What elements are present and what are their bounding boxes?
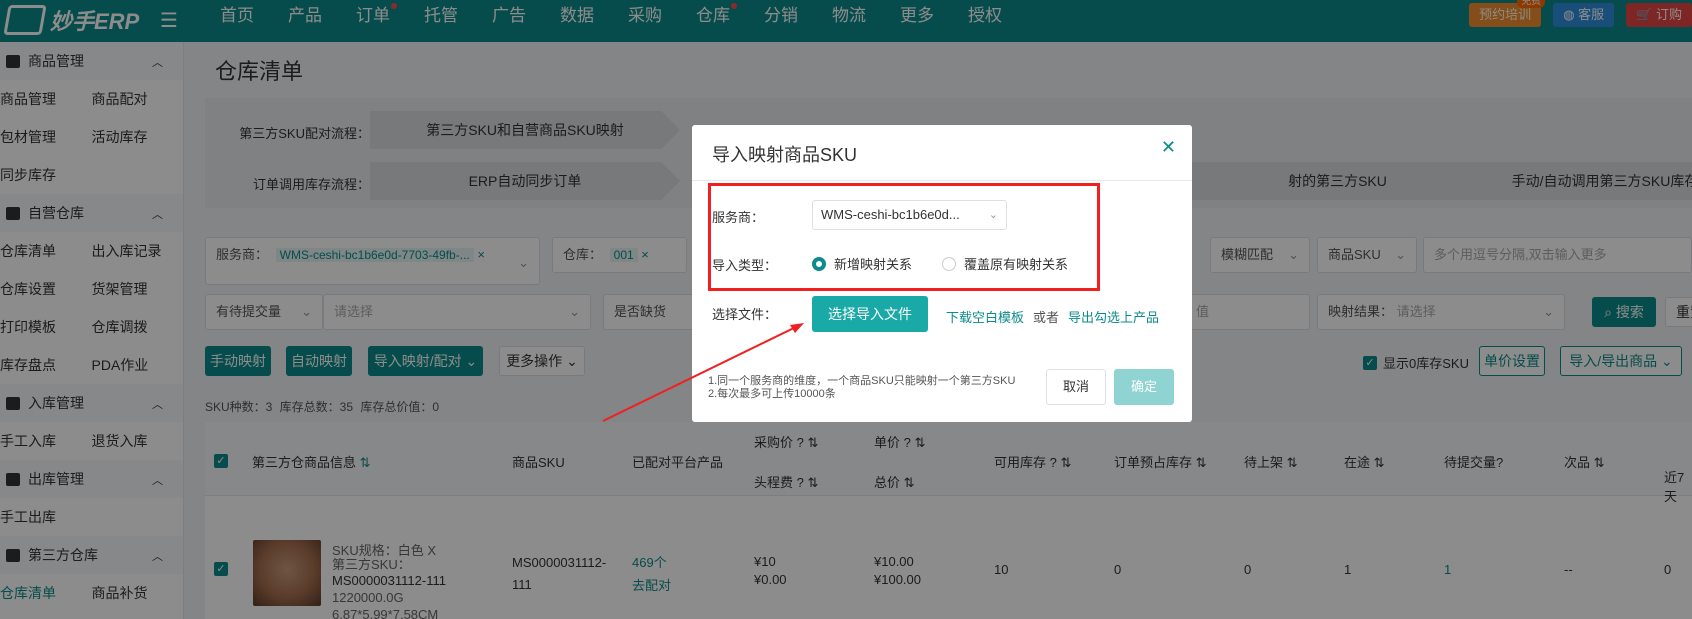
- dialog-provider-value: WMS-ceshi-bc1b6e0d...: [821, 207, 960, 222]
- radio-new-mapping[interactable]: 新增映射关系: [812, 254, 912, 273]
- chevron-down-icon: ⌄: [988, 209, 998, 221]
- dialog-import-type-label: 导入类型：: [712, 258, 778, 273]
- radio-overwrite-mapping-label: 覆盖原有映射关系: [964, 257, 1069, 272]
- radio-selected-icon[interactable]: [812, 256, 826, 271]
- import-mapping-dialog: 导入映射商品SKU ✕ 服务商： WMS-ceshi-bc1b6e0d... ⌄…: [692, 125, 1192, 422]
- dialog-note-1: 1.同一个服务商的维度，一个商品SKU只能映射一个第三方SKU: [708, 375, 1016, 387]
- or-text: 或者: [1033, 310, 1060, 325]
- dialog-divider: [692, 180, 1192, 181]
- dialog-provider-label: 服务商：: [712, 210, 765, 225]
- dialog-file-label: 选择文件：: [712, 307, 778, 322]
- export-selected-link[interactable]: 导出勾选上产品: [1068, 307, 1159, 326]
- cancel-button[interactable]: 取消: [1046, 369, 1106, 405]
- close-icon[interactable]: ✕: [1161, 137, 1176, 158]
- confirm-button[interactable]: 确定: [1114, 369, 1174, 405]
- dialog-provider-select[interactable]: WMS-ceshi-bc1b6e0d... ⌄: [812, 200, 1007, 230]
- radio-overwrite-mapping[interactable]: 覆盖原有映射关系: [942, 254, 1068, 273]
- dialog-title: 导入映射商品SKU: [712, 145, 858, 165]
- choose-file-button[interactable]: 选择导入文件: [812, 296, 928, 332]
- dialog-notes: 1.同一个服务商的维度，一个商品SKU只能映射一个第三方SKU 2.每次最多可上…: [708, 375, 1015, 401]
- dialog-note-2: 2.每次最多可上传10000条: [708, 388, 836, 400]
- radio-new-mapping-label: 新增映射关系: [834, 257, 913, 272]
- download-template-link[interactable]: 下载空白模板: [946, 307, 1024, 326]
- radio-unselected-icon[interactable]: [942, 256, 956, 271]
